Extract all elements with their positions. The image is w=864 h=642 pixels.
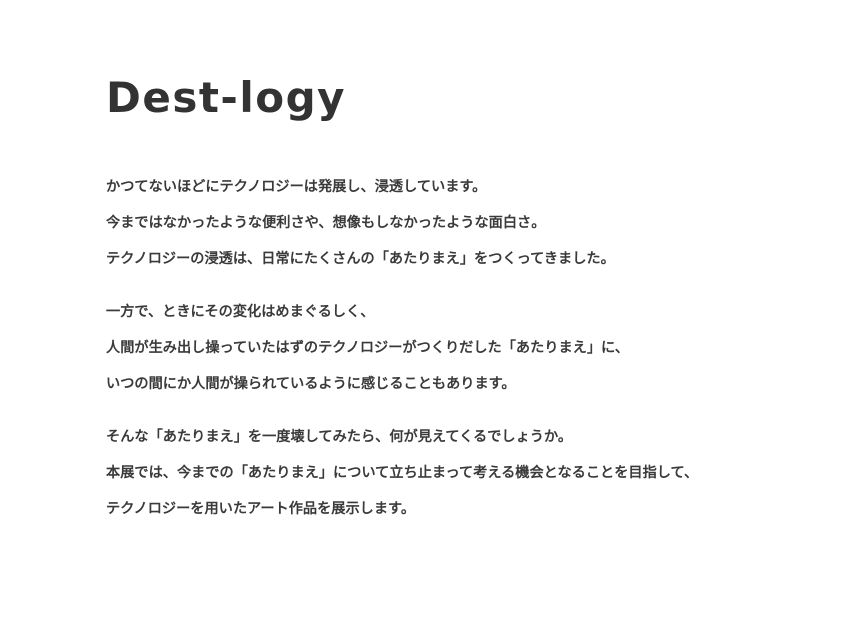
paragraph-line: 人間が生み出し操っていたはずのテクノロジーがつくりだした「あたりまえ」に、 [106, 340, 629, 356]
statement-body: かつてないほどにテクノロジーは発展し、浸透しています。 今まではなかったような便… [106, 180, 864, 517]
page-title: Dest-logy [106, 73, 347, 122]
paragraph-line: テクノロジーを用いたアート作品を展示します。 [106, 501, 416, 517]
paragraph-line: 本展では、今までの「あたりまえ」について立ち止まって考える機会となることを目指し… [106, 465, 699, 481]
paragraph-3: そんな「あたりまえ」を一度壊してみたら、何が見えてくるでしょうか。 本展では、今… [106, 430, 864, 517]
paragraph-line: そんな「あたりまえ」を一度壊してみたら、何が見えてくるでしょうか。 [106, 429, 573, 445]
paragraph-2: 一方で、ときにその変化はめまぐるしく、 人間が生み出し操っていたはずのテクノロジ… [106, 305, 864, 392]
paragraph-1: かつてないほどにテクノロジーは発展し、浸透しています。 今まではなかったような便… [106, 180, 864, 267]
paragraph-line: いつの間にか人間が操られているように感じることもあります。 [106, 376, 516, 392]
paragraph-line: テクノロジーの浸透は、日常にたくさんの「あたりまえ」をつくってきました。 [106, 251, 615, 267]
page: Dest-logy かつてないほどにテクノロジーは発展し、浸透しています。 今ま… [0, 0, 864, 642]
paragraph-line: かつてないほどにテクノロジーは発展し、浸透しています。 [106, 179, 487, 195]
paragraph-line: 今まではなかったような便利さや、想像もしなかったような面白さ。 [106, 215, 546, 231]
paragraph-line: 一方で、ときにその変化はめまぐるしく、 [106, 304, 375, 320]
